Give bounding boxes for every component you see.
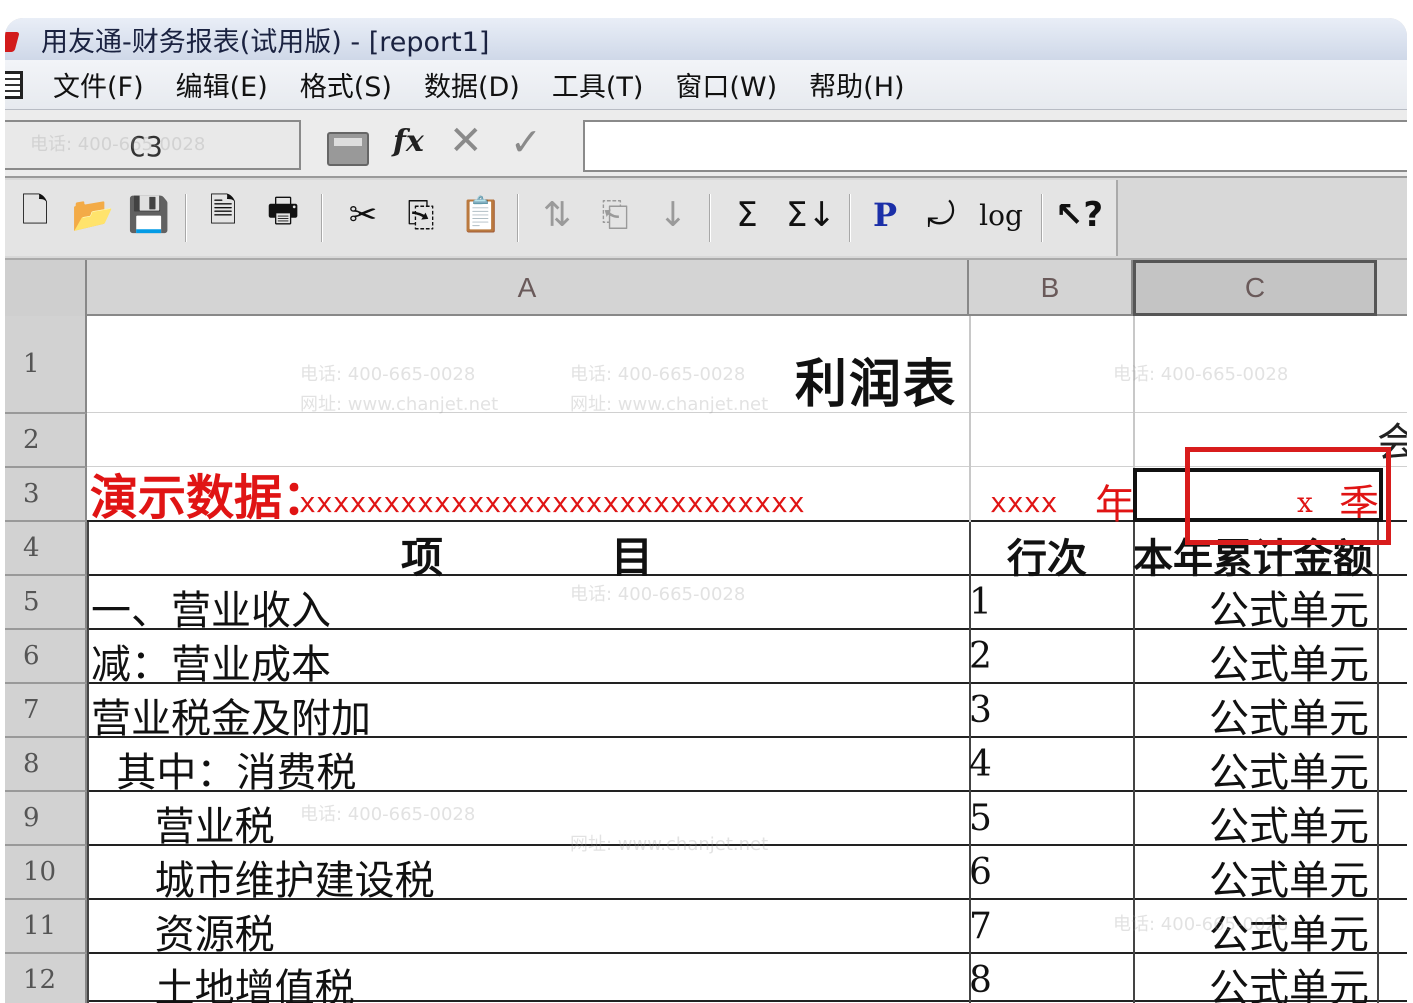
item-label[interactable]: 土地增值税	[91, 956, 355, 1003]
spreadsheet: A B C 1 2 3 4 5 6 7 8 9 10 11 12 利润表 会 演…	[5, 260, 1407, 1003]
confirm-icon[interactable]: ✓	[510, 120, 542, 164]
item-label[interactable]: 营业税金及附加	[91, 686, 371, 744]
item-value[interactable]: 公式单元	[1209, 956, 1369, 1003]
help-icon[interactable]: ↖?	[1055, 192, 1103, 238]
fx-icon[interactable]: fx	[393, 124, 424, 164]
cut-icon[interactable]: ✂	[341, 192, 385, 238]
column-header-row: A B C	[5, 260, 1407, 316]
document-icon[interactable]	[5, 70, 23, 99]
menu-window[interactable]: 窗口(W)	[675, 65, 777, 104]
app-window: 用友通-财务报表(试用版) - [report1] 文件(F) 编辑(E) 格式…	[5, 18, 1407, 1003]
undo-icon[interactable]: ↓	[651, 192, 695, 238]
row-header-5[interactable]: 5	[5, 576, 87, 630]
row-header-4[interactable]: 4	[5, 522, 87, 576]
column-header-b[interactable]: B	[969, 260, 1133, 316]
print-preview-icon[interactable]: 🗎	[201, 191, 245, 238]
row-header-12[interactable]: 12	[5, 954, 87, 1003]
toolbar-separator	[185, 194, 187, 242]
window-title: 用友通-财务报表(试用版) - [report1]	[41, 26, 490, 58]
item-label[interactable]: 一、营业收入	[91, 578, 331, 636]
item-label[interactable]: 其中：消费税	[91, 740, 356, 798]
row-header-2[interactable]: 2	[5, 414, 87, 468]
row-header-7[interactable]: 7	[5, 684, 87, 738]
row-header-10[interactable]: 10	[5, 846, 87, 900]
report-title: 利润表	[795, 354, 958, 415]
item-value[interactable]: 公式单元	[1209, 848, 1369, 906]
header-item: 项	[401, 533, 444, 582]
row-header-1[interactable]: 1	[5, 316, 87, 414]
formula-bar: C3 fx ✕ ✓	[5, 110, 1407, 178]
menu-data[interactable]: 数据(D)	[424, 65, 520, 104]
item-value[interactable]: 公式单元	[1209, 578, 1369, 636]
menu-edit[interactable]: 编辑(E)	[176, 65, 268, 104]
cell-name-box[interactable]: C3	[5, 120, 301, 170]
row-header-9[interactable]: 9	[5, 792, 87, 846]
item-line-no[interactable]: 6	[969, 852, 992, 893]
log-icon[interactable]: log	[979, 192, 1023, 238]
grid-line	[87, 522, 89, 1003]
toolbar-separator	[849, 194, 851, 242]
sum-icon[interactable]: Σ	[725, 192, 769, 238]
row-header-6[interactable]: 6	[5, 630, 87, 684]
year-label: 年	[1095, 482, 1135, 528]
cancel-icon[interactable]: ✕	[449, 118, 483, 164]
item-line-no[interactable]: 2	[969, 636, 992, 677]
item-value[interactable]: 公式单元	[1209, 686, 1369, 744]
toolbar-separator	[517, 194, 519, 242]
flip-icon[interactable]: ⤾	[919, 192, 963, 238]
title-bar: 用友通-财务报表(试用版) - [report1]	[5, 18, 1407, 60]
item-label[interactable]: 减：营业成本	[91, 632, 331, 690]
item-line-no[interactable]: 3	[969, 690, 992, 731]
sort-icon[interactable]: ⇅	[535, 192, 579, 238]
item-label[interactable]: 城市维护建设税	[91, 848, 435, 906]
app-icon	[5, 24, 27, 54]
toolbar-separator	[1041, 194, 1043, 242]
company-name-placeholder: xxxxxxxxxxxxxxxxxxxxxxxxxxxxxx	[299, 486, 805, 519]
menu-bar: 文件(F) 编辑(E) 格式(S) 数据(D) 工具(T) 窗口(W) 帮助(H…	[5, 60, 1407, 110]
annotation-highlight-box	[1185, 447, 1391, 545]
menu-file[interactable]: 文件(F)	[53, 65, 144, 104]
item-line-no[interactable]: 8	[969, 960, 992, 1001]
open-icon[interactable]: 📂	[71, 192, 115, 238]
column-header-a[interactable]: A	[87, 260, 969, 316]
sort-sum-icon[interactable]: Σ↓	[786, 192, 836, 238]
select-all-corner[interactable]	[5, 260, 87, 316]
new-icon[interactable]: 🗋	[13, 191, 57, 238]
year-placeholder: xxxx	[990, 486, 1058, 519]
item-line-no[interactable]: 4	[969, 744, 992, 785]
p-icon[interactable]: P	[863, 192, 907, 238]
toolbar: 🗋 📂 💾 🗎 🖶 ✂ ⎘ 📋 ⇅ ⎗ ↓ Σ Σ↓ P ⤾ log ↖?	[5, 178, 1407, 260]
row-header-3[interactable]: 3	[5, 468, 87, 522]
menu-help[interactable]: 帮助(H)	[809, 65, 904, 104]
paste-icon[interactable]: 📋	[459, 192, 503, 238]
item-line-no[interactable]: 7	[969, 906, 992, 947]
grid-line	[1377, 522, 1379, 1003]
grid-line	[1133, 522, 1135, 1003]
grid-line	[87, 412, 1407, 413]
toolbar-separator	[709, 194, 711, 242]
toolbar-separator	[321, 194, 323, 242]
formula-input[interactable]	[583, 120, 1407, 172]
menu-format[interactable]: 格式(S)	[300, 65, 392, 104]
header-item-2: 目	[611, 533, 654, 582]
header-line-no: 行次	[1007, 535, 1087, 582]
item-value[interactable]: 公式单元	[1209, 740, 1369, 798]
menu-tools[interactable]: 工具(T)	[552, 65, 644, 104]
item-line-no[interactable]: 5	[969, 798, 992, 839]
item-value[interactable]: 公式单元	[1209, 902, 1369, 960]
save-icon[interactable]: 💾	[127, 192, 171, 238]
copy-icon[interactable]: ⎘	[399, 192, 443, 238]
calculator-icon[interactable]	[327, 132, 369, 166]
item-line-no[interactable]: 1	[969, 582, 992, 623]
item-value[interactable]: 公式单元	[1209, 794, 1369, 852]
item-value[interactable]: 公式单元	[1209, 632, 1369, 690]
row-header-11[interactable]: 11	[5, 900, 87, 954]
print-icon[interactable]: 🖶	[261, 191, 305, 238]
item-label[interactable]: 营业税	[91, 794, 275, 852]
column-header-c[interactable]: C	[1133, 260, 1377, 316]
row-header-8[interactable]: 8	[5, 738, 87, 792]
insert-icon[interactable]: ⎗	[593, 192, 637, 238]
item-label[interactable]: 资源税	[91, 902, 275, 960]
company-label: 演示数据：	[90, 470, 331, 526]
